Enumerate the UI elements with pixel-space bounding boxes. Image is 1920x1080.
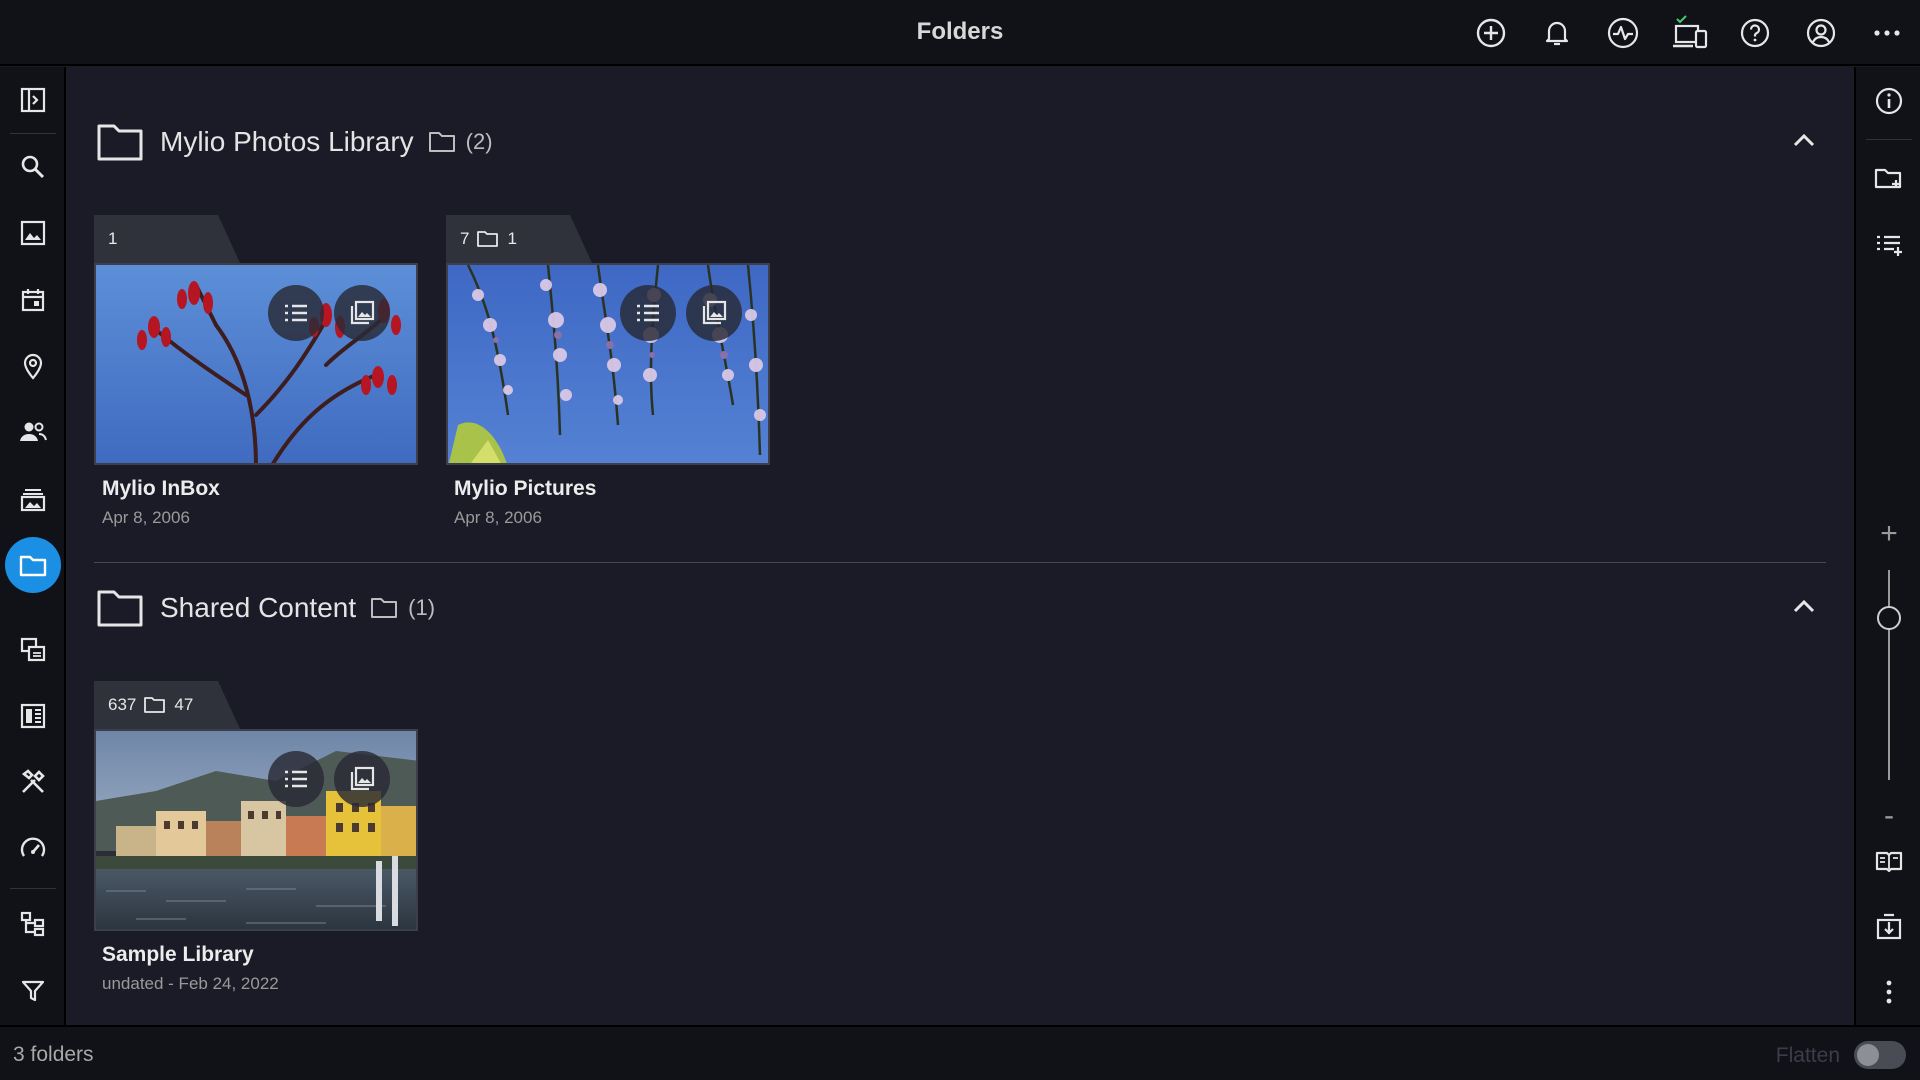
- folder-count-status: 3 folders: [13, 1043, 94, 1066]
- gallery-view-icon[interactable]: [334, 751, 390, 807]
- flatten-label: Flatten: [1775, 1044, 1840, 1067]
- book-icon[interactable]: [1867, 839, 1911, 883]
- section-title: Mylio Photos Library: [160, 126, 414, 157]
- zoom-minus-label: -: [1884, 799, 1894, 832]
- list-view-icon[interactable]: [268, 285, 324, 341]
- more-vertical-icon[interactable]: [1867, 970, 1911, 1014]
- section-folder-count: (2): [465, 129, 493, 154]
- speed-icon[interactable]: [9, 825, 57, 873]
- devices-icon[interactable]: [1671, 15, 1711, 51]
- section-header-shared-content[interactable]: Shared Content (1): [96, 583, 435, 633]
- zoom-in-icon[interactable]: +: [1867, 512, 1911, 556]
- collapse-section-button[interactable]: [1788, 124, 1820, 156]
- folder-card[interactable]: 637 47 Sample Library undated - Feb 24, …: [94, 681, 418, 1001]
- folders-icon[interactable]: [5, 537, 61, 593]
- status-bar: 3 folders Flatten: [0, 1025, 1920, 1080]
- help-icon[interactable]: [1737, 15, 1773, 51]
- photo-count: 1: [108, 229, 118, 248]
- subfolder-count: 1: [507, 229, 517, 248]
- import-icon[interactable]: [1867, 905, 1911, 949]
- subfolder-icon: [144, 697, 166, 713]
- subfolder-icon: [477, 231, 499, 247]
- top-bar: Folders: [0, 0, 1920, 66]
- zoom-slider-handle[interactable]: [1877, 606, 1901, 630]
- gallery-view-icon[interactable]: [686, 285, 742, 341]
- subfolder-count-icon: [428, 132, 455, 152]
- subfolder-count-icon: [371, 598, 398, 618]
- folder-name: Mylio InBox: [102, 477, 220, 500]
- folder-date: Apr 8, 2006: [102, 508, 190, 527]
- tools-icon[interactable]: [9, 758, 57, 806]
- duplicates-icon[interactable]: [9, 626, 57, 674]
- folder-thumbnail[interactable]: [446, 263, 770, 465]
- info-icon[interactable]: [1867, 79, 1911, 123]
- folder-name: Sample Library: [102, 943, 254, 966]
- map-pin-icon[interactable]: [9, 342, 57, 390]
- people-icon[interactable]: [9, 408, 57, 456]
- folder-thumbnail[interactable]: [94, 729, 418, 931]
- folder-thumbnail[interactable]: [94, 263, 418, 465]
- subfolder-count: 47: [174, 695, 194, 714]
- gallery-view-icon[interactable]: [334, 285, 390, 341]
- folder-name: Mylio Pictures: [454, 477, 597, 500]
- panel-toggle-icon[interactable]: [9, 76, 57, 124]
- dashboard-icon[interactable]: [9, 692, 57, 740]
- folder-card[interactable]: 7 1 Mylio Pictures Apr 8, 2006: [446, 215, 770, 535]
- folder-date: undated - Feb 24, 2022: [102, 974, 279, 993]
- filter-icon[interactable]: [9, 967, 57, 1015]
- section-title: Shared Content: [160, 592, 357, 623]
- folder-card-tab: 1: [94, 215, 240, 263]
- photo-count: 7: [460, 229, 470, 248]
- folder-card-tab: 637 47: [94, 681, 240, 729]
- search-icon[interactable]: [9, 143, 57, 191]
- activity-icon[interactable]: [1605, 15, 1641, 51]
- section-divider: [94, 562, 1826, 563]
- more-horizontal-icon[interactable]: [1869, 15, 1905, 51]
- collapse-section-button[interactable]: [1788, 590, 1820, 622]
- left-sidebar: [0, 67, 66, 1025]
- hierarchy-icon[interactable]: [9, 900, 57, 948]
- folder-date: Apr 8, 2006: [454, 508, 542, 527]
- flatten-toggle[interactable]: [1854, 1041, 1906, 1069]
- account-icon[interactable]: [1803, 15, 1839, 51]
- folder-icon: [97, 124, 143, 161]
- section-header-mylio-photos-library[interactable]: Mylio Photos Library (2): [96, 117, 493, 167]
- folder-icon: [97, 590, 143, 627]
- albums-icon[interactable]: [9, 475, 57, 523]
- add-to-list-icon[interactable]: [1867, 223, 1911, 267]
- folder-card-tab: 7 1: [446, 215, 592, 263]
- add-circle-icon[interactable]: [1473, 15, 1509, 51]
- section-folder-count: (1): [408, 595, 436, 620]
- photos-icon[interactable]: [9, 209, 57, 257]
- folder-card[interactable]: 1 Mylio InBox Apr 8, 2006: [94, 215, 418, 535]
- zoom-out-icon[interactable]: -: [1867, 794, 1911, 838]
- calendar-icon[interactable]: [9, 276, 57, 324]
- zoom-plus-label: +: [1880, 517, 1898, 550]
- new-folder-icon[interactable]: [1867, 157, 1911, 201]
- right-sidebar: + -: [1854, 67, 1920, 1025]
- photo-count: 637: [108, 695, 137, 714]
- bell-icon[interactable]: [1539, 15, 1575, 51]
- zoom-slider-track[interactable]: [1888, 570, 1890, 780]
- list-view-icon[interactable]: [620, 285, 676, 341]
- list-view-icon[interactable]: [268, 751, 324, 807]
